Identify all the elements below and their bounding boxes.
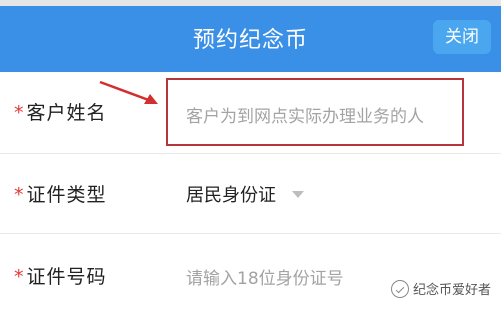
- annotation-arrow-icon: [99, 80, 158, 104]
- app-header: 预约纪念币 关闭: [0, 0, 501, 72]
- id-type-label-text: 证件类型: [26, 184, 107, 206]
- required-mark: *: [14, 102, 25, 124]
- page-title: 预约纪念币: [192, 28, 308, 53]
- customer-name-input[interactable]: 客户为到网点实际办理业务的人: [166, 78, 464, 146]
- wechat-logo-icon: [390, 279, 409, 298]
- form-row-id-number: * 证件号码 请输入18位身份证号: [0, 234, 501, 312]
- close-button[interactable]: 关闭: [433, 20, 491, 54]
- id-number-label: * 证件号码: [14, 262, 107, 289]
- id-number-label-text: 证件号码: [26, 266, 107, 288]
- customer-name-label: * 客户姓名: [14, 98, 107, 125]
- watermark: 纪念币爱好者: [390, 279, 491, 298]
- customer-name-placeholder: 客户为到网点实际办理业务的人: [186, 107, 424, 127]
- chevron-down-icon[interactable]: [292, 191, 304, 198]
- id-type-label: * 证件类型: [14, 180, 107, 207]
- required-mark: *: [14, 266, 25, 288]
- id-number-input[interactable]: 请输入18位身份证号: [186, 264, 344, 289]
- watermark-text: 纪念币爱好者: [412, 283, 491, 298]
- customer-name-label-text: 客户姓名: [26, 102, 107, 124]
- id-type-select[interactable]: 居民身份证: [186, 181, 276, 207]
- required-mark: *: [14, 184, 25, 206]
- form-row-id-type: * 证件类型 居民身份证: [0, 154, 501, 234]
- form-row-customer-name: * 客户姓名 客户为到网点实际办理业务的人: [0, 72, 501, 154]
